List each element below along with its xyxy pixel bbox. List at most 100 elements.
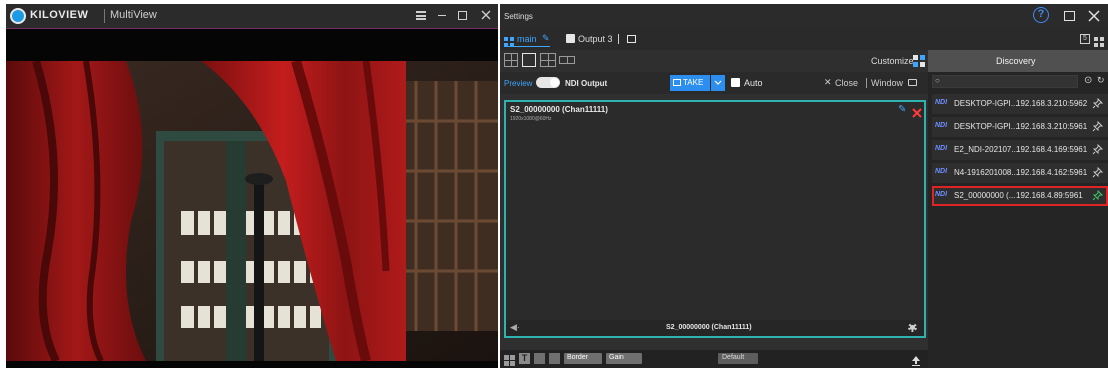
maximize-icon[interactable] — [458, 11, 467, 20]
ndi-source-item[interactable]: NDI N4-1916201008... 192.168.4.162:5961 — [932, 163, 1108, 183]
layout-row: Customize — [500, 50, 928, 70]
take-dropdown[interactable] — [711, 75, 725, 91]
close-icon[interactable] — [480, 8, 492, 22]
add-tab-icon[interactable] — [627, 35, 636, 43]
toolbar-separator — [866, 78, 867, 88]
chart-icon[interactable] — [549, 353, 560, 364]
ndi-source-name: S2_00000000 (... — [954, 191, 1016, 200]
layout-grid-icon[interactable] — [540, 53, 556, 67]
ndi-source-name: N4-1916201008... — [954, 168, 1019, 177]
layout-quad-icon[interactable] — [504, 53, 518, 67]
discovery-panel: ○ ⊙ ↻ NDI DESKTOP-IGPI... 192.168.3.210:… — [928, 72, 1108, 368]
ndi-source-address: 192.168.3.210:5961 — [1016, 122, 1088, 131]
auto-label: Auto — [744, 78, 763, 88]
search-input[interactable] — [932, 75, 1078, 88]
edit-source-icon[interactable]: ✎ — [898, 104, 906, 115]
settings-gear-icon[interactable] — [908, 323, 917, 332]
search-icon: ○ — [935, 76, 940, 85]
ndi-source-item-selected[interactable]: NDI S2_00000000 (... 192.168.4.89:5961 — [932, 186, 1108, 206]
pin-icon[interactable] — [1092, 190, 1103, 201]
settings-titlebar: Settings ? — [500, 4, 1108, 28]
tab-output-3[interactable]: Output 3 — [566, 31, 626, 47]
pin-icon[interactable] — [1092, 121, 1103, 132]
default-button[interactable]: Default — [718, 353, 758, 364]
upload-icon[interactable] — [912, 353, 920, 366]
window-icon[interactable] — [908, 79, 917, 86]
video-frame — [6, 61, 498, 361]
ndi-source-name: E2_NDI-202107... — [954, 145, 1019, 154]
app-title: MultiView — [110, 9, 157, 21]
bottom-toolbar: T Border Gain Default — [500, 350, 928, 368]
ndi-source-item[interactable]: NDI DESKTOP-IGPI... 192.168.3.210:5961 — [932, 117, 1108, 137]
ndi-badge: NDI — [935, 145, 948, 152]
video-scene-image — [6, 61, 498, 361]
title-separator — [104, 9, 105, 23]
footer-source-name: S2_00000000 (Chan11111) — [666, 324, 752, 331]
ndi-source-name: DESKTOP-IGPI... — [954, 122, 1018, 131]
ndi-source-address: 192.168.3.210:5962 — [1016, 99, 1088, 108]
pin-icon[interactable] — [1092, 144, 1103, 155]
ndi-badge: NDI — [935, 191, 948, 198]
border-label: Border — [567, 354, 589, 361]
grid-icon — [504, 34, 514, 47]
ndi-source-address: 192.168.4.89:5961 — [1016, 191, 1083, 200]
settings-title: Settings — [504, 12, 533, 21]
preview-toggle[interactable] — [536, 77, 560, 88]
default-label: Default — [722, 354, 745, 361]
close-icon[interactable] — [1088, 9, 1100, 22]
window-button[interactable]: Window — [871, 78, 903, 88]
layout-number-icon[interactable]: 5 — [1080, 34, 1090, 44]
grid-view-icon[interactable] — [1094, 34, 1104, 47]
pin-icon[interactable] — [1092, 167, 1103, 178]
source-name: S2_00000000 (Chan11111) — [510, 105, 608, 114]
output-toolbar: Preview NDI Output TAKE Auto ✕ Close Win… — [500, 72, 928, 94]
tab-separator — [618, 34, 619, 44]
close-x-icon[interactable]: ✕ — [824, 77, 832, 88]
multiview-titlebar: KILOVIEW MultiView — [6, 4, 498, 28]
tab-output-3-label: Output 3 — [578, 34, 613, 44]
auto-checkbox[interactable] — [731, 78, 740, 87]
gain-label: Gain — [609, 354, 624, 361]
take-button[interactable]: TAKE — [670, 75, 710, 91]
layout-dual-icon[interactable] — [559, 56, 575, 64]
discovery-header: Discovery — [928, 50, 1108, 72]
minimize-icon[interactable] — [438, 15, 446, 16]
discovery-title: Discovery — [996, 56, 1036, 66]
refresh-icon[interactable]: ↻ — [1097, 75, 1105, 86]
image-icon[interactable] — [534, 353, 545, 364]
grid-layout-icon[interactable] — [504, 353, 515, 366]
customize-icon[interactable] — [913, 54, 925, 67]
ndi-output-label: NDI Output — [565, 79, 608, 88]
border-button[interactable]: Border — [564, 353, 602, 364]
resolution-label: 1920x1080@60Hz — [510, 116, 552, 122]
text-icon[interactable]: T — [519, 353, 530, 364]
gain-button[interactable]: Gain — [606, 353, 642, 364]
ndi-source-address: 192.168.4.169:5961 — [1016, 145, 1088, 154]
edit-icon[interactable]: ✎ — [542, 33, 550, 44]
brand-label: KILOVIEW — [30, 9, 89, 21]
multiview-canvas — [6, 28, 498, 368]
volume-icon[interactable]: ◀· — [510, 322, 520, 333]
tab-main[interactable]: main ✎ — [504, 31, 562, 47]
menu-icon[interactable] — [416, 11, 426, 20]
add-source-icon[interactable]: ⊙ — [1084, 75, 1092, 86]
ndi-badge: NDI — [935, 168, 948, 175]
take-label: TAKE — [683, 78, 704, 87]
ndi-source-item[interactable]: NDI DESKTOP-IGPI... 192.168.3.210:5962 — [932, 94, 1108, 114]
tab-main-label: main — [517, 34, 537, 44]
ndi-badge: NDI — [935, 99, 948, 106]
tab-bar: main ✎ Output 3 5 — [500, 28, 1108, 50]
pin-icon[interactable] — [1092, 98, 1103, 109]
ndi-badge: NDI — [935, 122, 948, 129]
remove-source-icon[interactable] — [912, 105, 922, 118]
chevron-down-icon — [714, 80, 722, 85]
layout-single-icon[interactable] — [522, 53, 536, 67]
customize-button[interactable]: Customize — [871, 56, 914, 66]
help-icon[interactable]: ? — [1033, 7, 1049, 23]
preview-panel[interactable]: S2_00000000 (Chan11111) 1920x1080@60Hz ✎… — [504, 100, 926, 338]
maximize-icon[interactable] — [1064, 11, 1075, 21]
ndi-source-item[interactable]: NDI E2_NDI-202107... 192.168.4.169:5961 — [932, 140, 1108, 160]
close-output-button[interactable]: Close — [835, 78, 858, 88]
take-icon — [673, 79, 681, 86]
desktop: KILOVIEW MultiView Settings ? main ✎ Out… — [0, 0, 1108, 370]
